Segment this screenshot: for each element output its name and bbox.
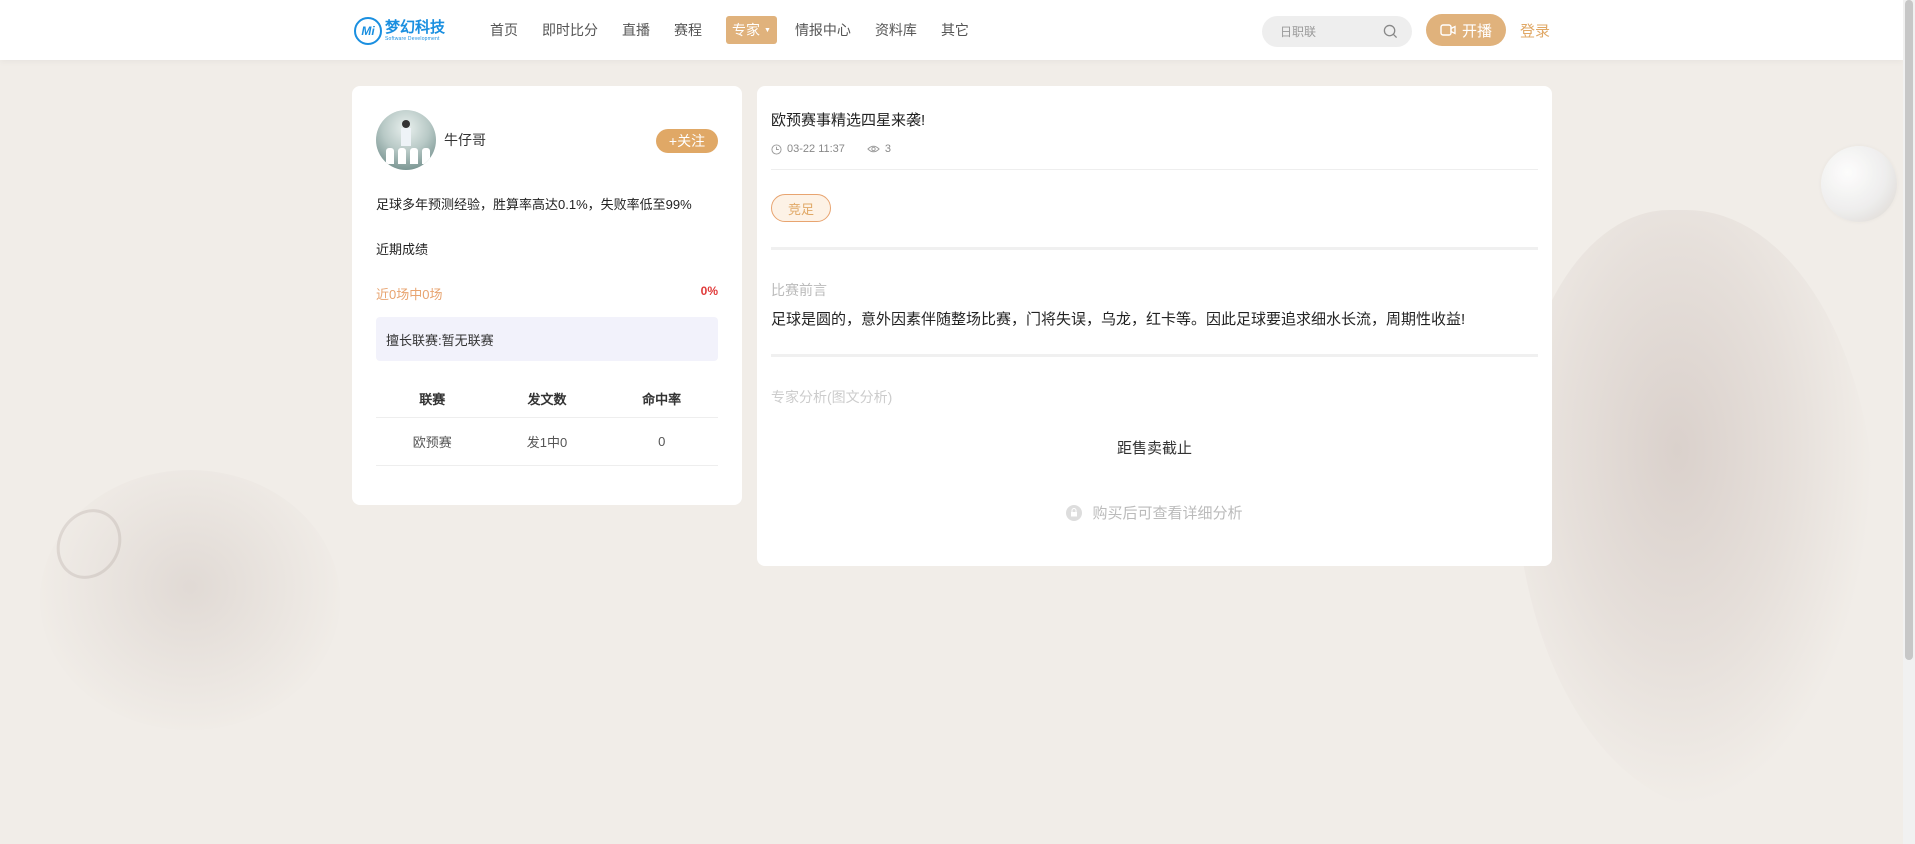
view-count: 3 xyxy=(867,143,891,155)
lock-icon xyxy=(1066,504,1083,521)
search-icon[interactable] xyxy=(1383,24,1398,44)
soccer-ball-icon xyxy=(1821,146,1897,222)
nav-live-score[interactable]: 即时比分 xyxy=(542,20,598,40)
preview-label: 比赛前言 xyxy=(771,282,827,298)
table-cell-hit-rate: 0 xyxy=(605,416,718,466)
avatar[interactable] xyxy=(376,110,436,170)
nav-expert[interactable]: 专家 ▼ xyxy=(726,16,777,44)
record-row: 近0场中0场 0% xyxy=(376,284,718,303)
hit-rate: 0% xyxy=(700,284,718,298)
logo-name: 梦幻科技 xyxy=(385,19,446,36)
caret-down-icon: ▼ xyxy=(764,26,771,34)
page-scrollbar[interactable] xyxy=(1903,0,1915,844)
sale-deadline: 距售卖截止 xyxy=(1116,440,1192,457)
expert-bio: 足球多年预测经验，胜算率高达0.1%，失败率低至99% xyxy=(376,197,692,212)
table-header-posts: 发文数 xyxy=(527,392,567,407)
locked-analysis: 购买后可查看详细分析 xyxy=(771,502,1538,523)
start-live-button[interactable]: 开播 xyxy=(1426,14,1506,46)
nav-live[interactable]: 直播 xyxy=(622,20,650,40)
analysis-label: 专家分析(图文分析) xyxy=(771,389,893,405)
nav-database[interactable]: 资料库 xyxy=(875,20,917,40)
table-header-hit-rate: 命中率 xyxy=(642,392,682,407)
eye-icon xyxy=(867,145,880,153)
video-camera-icon xyxy=(1440,23,1456,37)
article-meta: 03-22 11:37 3 xyxy=(771,143,1538,155)
specialty-league: 擅长联赛:暂无联赛 xyxy=(376,317,718,361)
start-live-label: 开播 xyxy=(1461,22,1492,40)
search-box xyxy=(1262,16,1412,47)
site-logo[interactable]: Mi 梦幻科技 Software Development xyxy=(354,16,445,46)
category-tag[interactable]: 竞足 xyxy=(771,194,831,222)
locked-text: 购买后可查看详细分析 xyxy=(1092,505,1243,522)
logo-icon: Mi xyxy=(354,17,382,45)
background-player-figure xyxy=(1515,210,1875,810)
divider xyxy=(771,354,1538,357)
expert-profile-card: 牛仔哥 +关注 足球多年预测经验，胜算率高达0.1%，失败率低至99% 近期成绩… xyxy=(352,86,742,505)
view-count-text: 3 xyxy=(884,143,892,155)
table-header-row: 联赛 发文数 命中率 xyxy=(376,389,718,417)
recent-record-title: 近期成绩 xyxy=(376,242,429,257)
scrollbar-thumb[interactable] xyxy=(1905,0,1913,660)
top-header: Mi 梦幻科技 Software Development 首页 即时比分 直播 … xyxy=(0,0,1903,60)
nav-schedule[interactable]: 赛程 xyxy=(674,20,702,40)
publish-time-text: 03-22 11:37 xyxy=(787,143,845,155)
article-card: 欧预赛事精选四星来袭! 03-22 11:37 3 竞足 比赛前言 足球是圆的，… xyxy=(757,86,1552,566)
login-link[interactable]: 登录 xyxy=(1520,20,1550,41)
table-cell-posts: 发1中0 xyxy=(488,416,606,466)
nav-intel-center[interactable]: 情报中心 xyxy=(795,20,851,40)
clock-icon xyxy=(771,143,782,155)
expert-name: 牛仔哥 xyxy=(444,132,486,148)
record-text: 近0场中0场 xyxy=(376,287,443,302)
table-cell-league: 欧预赛 xyxy=(376,416,489,466)
nav-other[interactable]: 其它 xyxy=(941,20,969,40)
table-header-league: 联赛 xyxy=(419,392,446,407)
publish-time: 03-22 11:37 xyxy=(771,143,845,155)
main-nav: 首页 即时比分 直播 赛程 专家 ▼ 情报中心 资料库 其它 xyxy=(490,16,993,44)
search-input[interactable] xyxy=(1280,24,1390,39)
follow-button[interactable]: +关注 xyxy=(656,129,718,153)
logo-subtitle: Software Development xyxy=(385,36,440,42)
divider xyxy=(771,247,1538,250)
article-title: 欧预赛事精选四星来袭! xyxy=(771,112,926,129)
preview-text: 足球是圆的，意外因素伴随整场比赛，门将失误，乌龙，红卡等。因此足球要追求细水长流… xyxy=(771,311,1466,328)
expert-profile: 牛仔哥 +关注 xyxy=(376,110,718,170)
league-stats-table: 联赛 发文数 命中率 欧预赛 发1中0 0 xyxy=(376,389,718,466)
nav-expert-label: 专家 xyxy=(732,22,760,38)
table-row: 欧预赛 发1中0 0 xyxy=(376,416,718,466)
divider xyxy=(771,169,1538,170)
nav-home[interactable]: 首页 xyxy=(490,20,518,40)
